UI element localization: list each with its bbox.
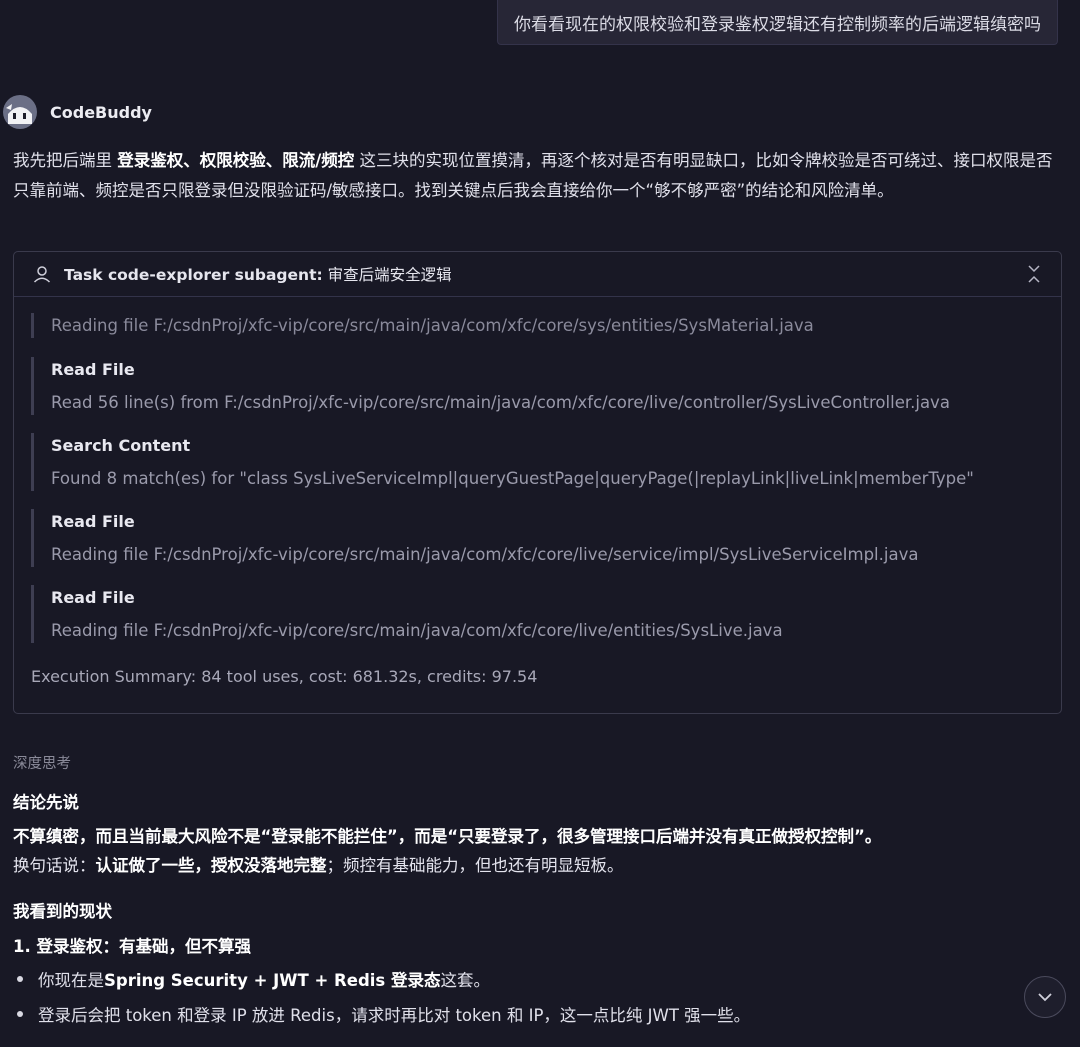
user-message-bubble: 你看看现在的权限校验和登录鉴权逻辑还有控制频率的后端逻辑缜密吗 [497, 0, 1058, 45]
conclusion-line-1: 不算缜密，而且当前最大风险不是“登录能不能拦住”，而是“只要登录了，很多管理接口… [13, 827, 882, 846]
conclusion-heading: 结论先说 [13, 793, 79, 812]
task-title-rest: 审查后端安全逻辑 [322, 266, 452, 284]
log-entry-title: Read File [51, 512, 135, 531]
bullet-1-suffix: 这套。 [440, 971, 490, 990]
assistant-intro: 我先把后端里 登录鉴权、权限校验、限流/频控 这三块的实现位置摸清，再逐个核对是… [13, 146, 1061, 206]
assistant-header: CodeBuddy [0, 94, 152, 130]
person-icon [33, 266, 51, 283]
log-entry: Reading file F:/csdnProj/xfc-vip/core/sr… [31, 313, 814, 338]
bullet-2-text: 登录后会把 token 和登录 IP 放进 Redis，请求时再比对 token… [38, 1006, 751, 1025]
log-entry: Read File Reading file F:/csdnProj/xfc-v… [31, 509, 918, 567]
task-title: Task code-explorer subagent: 审查后端安全逻辑 [64, 263, 452, 285]
collapse-icon[interactable] [1025, 264, 1043, 284]
task-log[interactable]: Reading file F:/csdnProj/xfc-vip/core/sr… [14, 297, 1061, 713]
bullet-1-bold: Spring Security + JWT + Redis 登录态 [104, 971, 441, 990]
codebuddy-avatar-icon [3, 95, 37, 129]
log-entry-text: Reading file F:/csdnProj/xfc-vip/core/sr… [51, 621, 783, 640]
log-entry-title: Search Content [51, 436, 191, 455]
bullet-dot-icon [17, 1011, 23, 1017]
status-heading: 我看到的现状 [13, 902, 112, 921]
user-message-text: 你看看现在的权限校验和登录鉴权逻辑还有控制频率的后端逻辑缜密吗 [514, 14, 1041, 35]
assistant-name: CodeBuddy [50, 102, 152, 122]
log-entry: Read File Read 56 line(s) from F:/csdnPr… [31, 357, 950, 415]
log-entry-title: Read File [51, 588, 135, 607]
log-entry-title: Read File [51, 360, 135, 379]
intro-bold: 登录鉴权、权限校验、限流/频控 [117, 151, 355, 170]
log-entry-text: Reading file F:/csdnProj/xfc-vip/core/sr… [51, 545, 919, 564]
login-heading: 1. 登录鉴权：有基础，但不算强 [13, 937, 251, 956]
log-entry-text: Read 56 line(s) from F:/csdnProj/xfc-vip… [51, 393, 950, 412]
task-title-bold: Task code-explorer subagent: [64, 266, 323, 284]
conclusion-line-2-prefix: 换句话说： [13, 856, 96, 875]
conclusion-line-2-bold: 认证做了一些，授权没落地完整 [95, 856, 327, 875]
conclusion-line-2: 换句话说：认证做了一些，授权没落地完整；频控有基础能力，但也还有明显短板。 [13, 852, 624, 876]
intro-text-1: 我先把后端里 [13, 151, 118, 170]
list-item: 登录后会把 token 和登录 IP 放进 Redis，请求时再比对 token… [17, 1002, 750, 1026]
list-item: 你现在是 Spring Security + JWT + Redis 登录态 这… [17, 967, 490, 991]
log-entry-text: Found 8 match(es) for "class SysLiveServ… [51, 469, 974, 488]
log-entry-text: Reading file F:/csdnProj/xfc-vip/core/sr… [51, 316, 814, 335]
bullet-1-prefix: 你现在是 [38, 971, 104, 990]
task-panel: Task code-explorer subagent: 审查后端安全逻辑 Re… [13, 251, 1062, 714]
deep-think-label[interactable]: 深度思考 [13, 752, 71, 773]
conclusion-line-2-suffix: ；频控有基础能力，但也还有明显短板。 [326, 856, 624, 875]
chat-page: 你看看现在的权限校验和登录鉴权逻辑还有控制频率的后端逻辑缜密吗 CodeBudd… [0, 0, 1080, 1047]
chevron-down-icon [1038, 993, 1052, 1002]
execution-summary: Execution Summary: 84 tool uses, cost: 6… [31, 667, 538, 686]
task-header[interactable]: Task code-explorer subagent: 审查后端安全逻辑 [14, 252, 1061, 297]
log-entry: Search Content Found 8 match(es) for "cl… [31, 433, 974, 491]
log-entry: Read File Reading file F:/csdnProj/xfc-v… [31, 585, 783, 643]
bullet-dot-icon [17, 976, 23, 982]
scroll-to-bottom-button[interactable] [1024, 976, 1066, 1018]
